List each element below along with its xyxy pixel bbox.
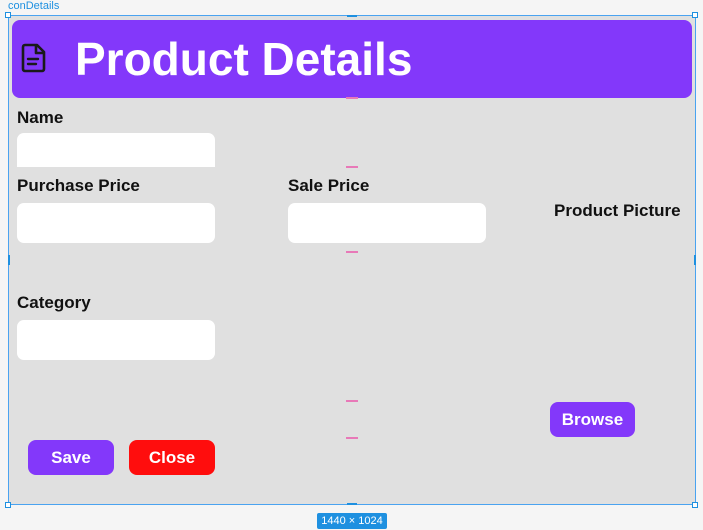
product-picture-label: Product Picture bbox=[554, 201, 681, 220]
sale-price-label: Sale Price bbox=[288, 176, 370, 195]
document-icon bbox=[21, 43, 46, 73]
name-field-container bbox=[17, 133, 215, 167]
save-button[interactable]: Save bbox=[28, 440, 114, 475]
resize-handle-left[interactable] bbox=[8, 255, 10, 265]
page-title: Product Details bbox=[75, 33, 413, 85]
frame-size-badge: 1440 × 1024 bbox=[317, 513, 387, 529]
spacing-guide bbox=[346, 166, 358, 168]
sale-price-field[interactable] bbox=[288, 203, 486, 243]
spacing-guide bbox=[346, 97, 358, 99]
frame-name-label: conDetails bbox=[8, 0, 60, 12]
browse-button[interactable]: Browse bbox=[550, 402, 635, 437]
category-label: Category bbox=[17, 293, 91, 312]
resize-handle-bottom-left[interactable] bbox=[5, 502, 11, 508]
resize-handle-top-left[interactable] bbox=[5, 12, 11, 18]
spacing-guide bbox=[346, 251, 358, 253]
purchase-price-field[interactable] bbox=[17, 203, 215, 243]
resize-handle-bottom-right[interactable] bbox=[692, 502, 698, 508]
resize-handle-right[interactable] bbox=[694, 255, 696, 265]
category-field[interactable] bbox=[17, 320, 215, 360]
name-field[interactable] bbox=[17, 133, 215, 167]
name-label: Name bbox=[17, 108, 64, 127]
purchase-price-label: Purchase Price bbox=[17, 176, 140, 195]
resize-handle-bottom[interactable] bbox=[347, 503, 357, 505]
resize-handle-top-right[interactable] bbox=[692, 12, 698, 18]
design-canvas: conDetails Product Details Name Purchase… bbox=[0, 0, 703, 530]
close-button[interactable]: Close bbox=[129, 440, 215, 475]
spacing-guide bbox=[346, 400, 358, 402]
spacing-guide bbox=[346, 437, 358, 439]
resize-handle-top[interactable] bbox=[347, 15, 357, 17]
